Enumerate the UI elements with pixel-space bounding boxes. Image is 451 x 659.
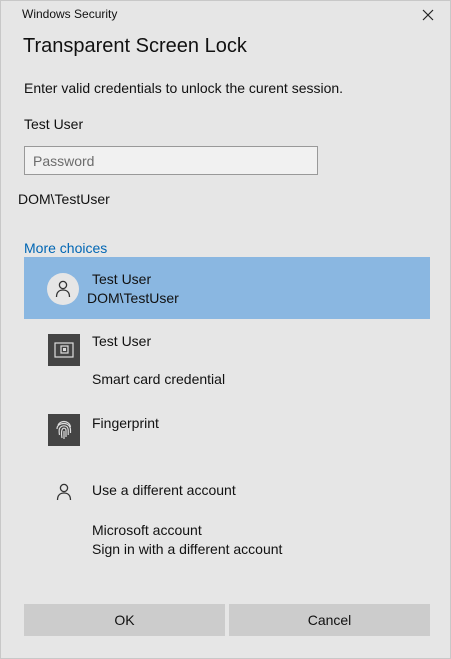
choice-microsoft-account[interactable]: Microsoft account Sign in with a differe… (24, 518, 430, 578)
close-button[interactable] (414, 3, 442, 27)
cancel-button[interactable]: Cancel (229, 604, 430, 636)
dialog-title: Transparent Screen Lock (23, 35, 247, 57)
instruction-text: Enter valid credentials to unlock the cu… (24, 80, 344, 96)
password-field[interactable] (24, 146, 318, 175)
user-avatar-icon (47, 273, 79, 305)
choice-label: Microsoft account (92, 522, 202, 538)
choice-fingerprint[interactable]: Fingerprint (24, 401, 430, 473)
more-choices-link[interactable]: More choices (24, 240, 107, 256)
credential-choices-list: Test User DOM\TestUser Test User Smart c… (24, 257, 430, 578)
choice-sublabel: Smart card credential (92, 371, 226, 387)
windows-security-dialog: Windows Security Transparent Screen Lock… (0, 0, 451, 659)
choice-sublabel: DOM\TestUser (87, 290, 179, 306)
choice-label: Fingerprint (92, 415, 159, 431)
domain-user-text: DOM\TestUser (18, 191, 110, 207)
choice-different-account[interactable]: Use a different account (24, 473, 430, 518)
close-icon (422, 9, 434, 21)
person-icon (54, 482, 74, 502)
choice-label: Test User (92, 333, 152, 349)
ok-button[interactable]: OK (24, 604, 225, 636)
choice-label: Use a different account (92, 482, 236, 498)
choice-test-user-password[interactable]: Test User DOM\TestUser (24, 257, 430, 319)
choice-smart-card[interactable]: Test User Smart card credential (24, 319, 430, 387)
choice-sublabel: Sign in with a different account (92, 541, 283, 557)
window-title: Windows Security (22, 7, 118, 21)
fingerprint-icon (48, 414, 80, 446)
choice-label: Test User (92, 271, 152, 287)
username-label: Test User (24, 116, 84, 132)
smart-card-icon (48, 334, 80, 366)
dialog-footer: OK Cancel (24, 604, 430, 636)
